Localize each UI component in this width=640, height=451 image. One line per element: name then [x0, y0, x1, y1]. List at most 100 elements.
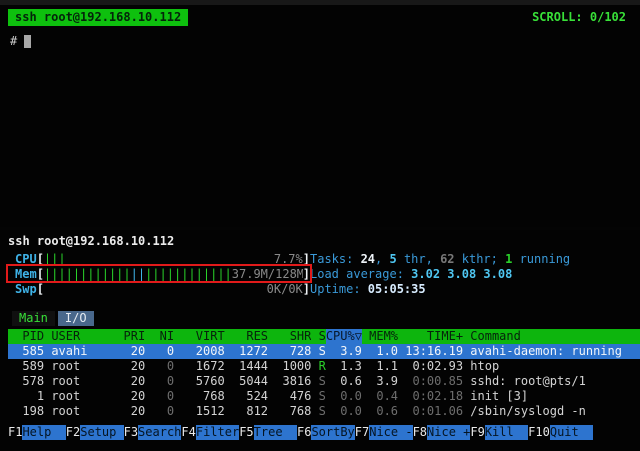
htop-app: CPU[|||7.7%] Tasks: 24, 5 thr, 62 kthr; …	[0, 250, 640, 440]
cell-user: root	[44, 389, 116, 404]
cell-time: 0:01.06	[398, 404, 463, 419]
load-1min: 3.02	[411, 267, 447, 281]
cell-shr: 768	[268, 404, 311, 419]
process-row[interactable]: 578 root 20 0 5760 5044 3816 S 0.6 3.9 0…	[8, 374, 640, 389]
header-time[interactable]: TIME+	[398, 329, 463, 344]
header-user[interactable]: USER	[44, 329, 116, 344]
fkey-label: F10	[528, 425, 550, 440]
swap-meter: Swp[0K/0K]	[8, 282, 310, 297]
header-pid[interactable]: PID	[8, 329, 44, 344]
cell-res: 1272	[225, 344, 268, 359]
fkey-help[interactable]: F1Help	[8, 425, 66, 440]
process-table-header[interactable]: PID USER PRI NI VIRT RES SHR S CPU%▽ MEM…	[8, 329, 640, 344]
header-cpu-sorted[interactable]: CPU%▽	[326, 329, 362, 344]
fkey-tree[interactable]: F5Tree	[239, 425, 297, 440]
cell-ni: 0	[145, 404, 174, 419]
cell-command: htop	[463, 359, 640, 374]
fkey-action: SortBy	[311, 425, 354, 440]
fkey-action: Quit	[550, 425, 593, 440]
cell-shr: 728	[268, 344, 311, 359]
cpu-percent: 7.7%	[274, 252, 303, 267]
cell-pri: 20	[116, 389, 145, 404]
load-15min: 3.08	[483, 267, 512, 281]
cell-shr: 3816	[268, 374, 311, 389]
cell-user: root	[44, 374, 116, 389]
cell-time: 0:02.93	[398, 359, 463, 374]
cell-pid: 585	[8, 344, 44, 359]
cell-state: S	[311, 344, 325, 359]
process-row[interactable]: 1 root 20 0 768 524 476 S 0.0 0.4 0:02.1…	[8, 389, 640, 404]
header-shr[interactable]: SHR	[268, 329, 311, 344]
fkey-quit[interactable]: F10Quit	[528, 425, 593, 440]
fkey-filter[interactable]: F4Filter	[181, 425, 239, 440]
cell-cpu: 0.0	[326, 404, 362, 419]
cell-state: S	[311, 374, 325, 389]
fkey-nice-down[interactable]: F7Nice -	[355, 425, 413, 440]
uptime-value: 05:05:35	[368, 282, 426, 296]
uptime-stat: Uptime: 05:05:35	[310, 282, 426, 297]
header-mem[interactable]: MEM%	[362, 329, 398, 344]
cell-mem: 3.9	[362, 374, 398, 389]
bracket-close: ]	[303, 267, 310, 282]
header-ni[interactable]: NI	[145, 329, 174, 344]
process-row-selected[interactable]: 585 avahi 20 0 2008 1272 728 S 3.9 1.0 1…	[8, 344, 640, 359]
cell-ni: 0	[145, 344, 174, 359]
top-pane-titlebar: ssh root@192.168.10.112 SCROLL: 0/102	[0, 5, 640, 26]
tab-main[interactable]: Main	[12, 311, 55, 326]
fkey-label: F5	[239, 425, 253, 440]
fkey-search[interactable]: F3Search	[124, 425, 182, 440]
fkey-label: F2	[66, 425, 80, 440]
bracket-open: [	[37, 252, 44, 267]
cell-mem: 1.1	[362, 359, 398, 374]
tasks-sep: ,	[375, 252, 389, 266]
cell-user: avahi	[44, 344, 116, 359]
mem-meter: Mem[||||||||||||||||||||||||||37.9M/128M…	[8, 267, 310, 282]
spacer	[8, 297, 640, 311]
cell-time: 13:16.19	[398, 344, 463, 359]
cell-virt: 768	[174, 389, 225, 404]
fkey-label: F4	[181, 425, 195, 440]
cell-pid: 198	[8, 404, 44, 419]
cell-virt: 1672	[174, 359, 225, 374]
mem-usage-text: 37.9M/128M	[232, 267, 303, 282]
fkey-label: F9	[470, 425, 484, 440]
fkey-kill[interactable]: F9Kill	[470, 425, 528, 440]
top-terminal-pane[interactable]: ssh root@192.168.10.112 SCROLL: 0/102 #	[0, 5, 640, 227]
thread-label: thr,	[397, 252, 440, 266]
shell-prompt-line[interactable]: #	[0, 26, 640, 49]
cell-cpu: 3.9	[326, 344, 362, 359]
swap-meter-line: Swp[0K/0K] Uptime: 05:05:35	[8, 282, 640, 297]
thread-count: 5	[389, 252, 396, 266]
fkey-action: Search	[138, 425, 181, 440]
cell-command: avahi-daemon: running	[463, 344, 640, 359]
load-average-stat: Load average: 3.02 3.08 3.08	[310, 267, 512, 282]
fkey-nice-up[interactable]: F8Nice +	[413, 425, 471, 440]
fkey-action: Kill	[485, 425, 528, 440]
cell-command: sshd: root@pts/1	[463, 374, 640, 389]
fkey-setup[interactable]: F2Setup	[66, 425, 124, 440]
fkey-label: F7	[355, 425, 369, 440]
header-pri[interactable]: PRI	[116, 329, 145, 344]
scroll-value: 0/102	[590, 10, 626, 24]
header-state[interactable]: S	[311, 329, 325, 344]
fkey-action: Nice +	[427, 425, 470, 440]
swap-usage-text: 0K/0K	[267, 282, 303, 297]
process-row[interactable]: 198 root 20 0 1512 812 768 S 0.0 0.6 0:0…	[8, 404, 640, 419]
sort-arrow-icon: ▽	[355, 329, 362, 343]
header-command[interactable]: Command	[463, 329, 640, 344]
cell-pri: 20	[116, 404, 145, 419]
bracket-open: [	[37, 267, 44, 282]
process-row[interactable]: 589 root 20 0 1672 1444 1000 R 1.3 1.1 0…	[8, 359, 640, 374]
tab-io[interactable]: I/O	[58, 311, 94, 326]
cell-command: /sbin/syslogd -n	[463, 404, 640, 419]
cell-pri: 20	[116, 359, 145, 374]
bracket-open: [	[37, 282, 44, 297]
header-virt[interactable]: VIRT	[174, 329, 225, 344]
mem-bar-fill-1: ||||||||||||	[44, 267, 131, 282]
header-res[interactable]: RES	[225, 329, 268, 344]
bottom-terminal-pane[interactable]: ssh root@192.168.10.112 CPU[|||7.7%] Tas…	[0, 230, 640, 451]
cell-pri: 20	[116, 374, 145, 389]
fkey-sortby[interactable]: F6SortBy	[297, 425, 355, 440]
cell-pid: 589	[8, 359, 44, 374]
cpu-bar-fill: |||	[44, 252, 66, 267]
